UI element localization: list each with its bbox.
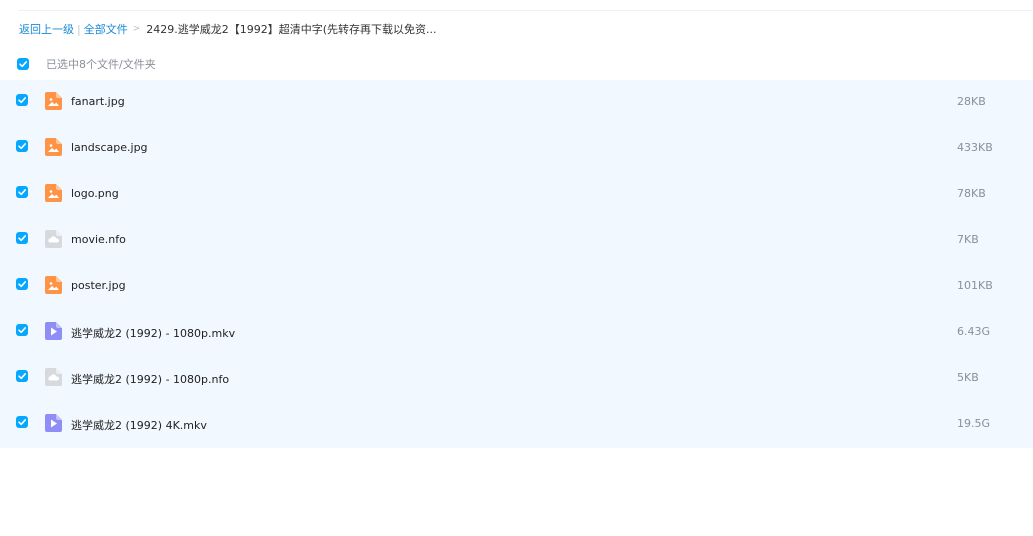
file-name[interactable]: movie.nfo	[71, 233, 126, 246]
file-name[interactable]: fanart.jpg	[71, 95, 125, 108]
file-name[interactable]: logo.png	[71, 187, 119, 200]
checkmark-icon	[18, 235, 26, 242]
file-name[interactable]: 逃学威龙2 (1992) 4K.mkv	[71, 417, 207, 433]
image-file-icon	[45, 184, 62, 202]
file-size: 101KB	[957, 279, 993, 292]
back-link[interactable]: 返回上一级	[19, 21, 74, 37]
file-name[interactable]: 逃学威龙2 (1992) - 1080p.nfo	[71, 371, 229, 387]
checkmark-icon	[18, 97, 26, 104]
file-checkbox[interactable]	[16, 186, 28, 198]
file-size: 19.5G	[957, 417, 991, 430]
image-file-icon	[45, 276, 62, 294]
breadcrumb: 返回上一级 | 全部文件 > 2429.逃学威龙2【1992】超清中字(先转存再…	[19, 21, 437, 37]
file-size: 78KB	[957, 187, 986, 200]
file-size: 433KB	[957, 141, 993, 154]
file-row[interactable]: movie.nfo 7KB	[0, 218, 1033, 264]
checkmark-icon	[19, 61, 27, 68]
checkmark-icon	[18, 373, 26, 380]
checkmark-icon	[18, 327, 26, 334]
file-size: 7KB	[957, 233, 979, 246]
file-row[interactable]: fanart.jpg 28KB	[0, 80, 1033, 126]
image-file-icon	[45, 92, 62, 110]
file-checkbox[interactable]	[16, 416, 28, 428]
file-checkbox[interactable]	[16, 94, 28, 106]
file-row[interactable]: landscape.jpg 433KB	[0, 126, 1033, 172]
file-row[interactable]: 逃学威龙2 (1992) - 1080p.nfo 5KB	[0, 356, 1033, 402]
breadcrumb-separator: |	[77, 22, 81, 36]
image-file-icon	[45, 138, 62, 156]
file-name[interactable]: 逃学威龙2 (1992) - 1080p.mkv	[71, 325, 235, 341]
file-name[interactable]: poster.jpg	[71, 279, 126, 292]
file-row[interactable]: 逃学威龙2 (1992) 4K.mkv 19.5G	[0, 402, 1033, 448]
current-folder-name: 2429.逃学威龙2【1992】超清中字(先转存再下载以免资...	[146, 23, 437, 36]
file-checkbox[interactable]	[16, 278, 28, 290]
video-file-icon	[45, 322, 62, 340]
checkmark-icon	[18, 281, 26, 288]
file-name[interactable]: landscape.jpg	[71, 141, 148, 154]
video-file-icon	[45, 414, 62, 432]
unknown-file-icon	[45, 230, 62, 248]
checkmark-icon	[18, 143, 26, 150]
file-checkbox[interactable]	[16, 370, 28, 382]
file-checkbox[interactable]	[16, 232, 28, 244]
unknown-file-icon	[45, 368, 62, 386]
file-row[interactable]: logo.png 78KB	[0, 172, 1033, 218]
selection-summary: 已选中8个文件/文件夹	[46, 58, 156, 71]
file-checkbox[interactable]	[16, 324, 28, 336]
file-row[interactable]: poster.jpg 101KB	[0, 264, 1033, 310]
select-all-checkbox[interactable]	[17, 58, 29, 70]
all-files-link[interactable]: 全部文件	[84, 21, 128, 37]
file-size: 28KB	[957, 95, 986, 108]
checkmark-icon	[18, 419, 26, 426]
top-divider	[18, 10, 1033, 11]
file-size: 6.43G	[957, 325, 991, 338]
selection-bar: 已选中8个文件/文件夹	[17, 55, 156, 73]
checkmark-icon	[18, 189, 26, 196]
file-checkbox[interactable]	[16, 140, 28, 152]
file-list: fanart.jpg 28KB landscape.jpg 433KB logo.png…	[0, 80, 1033, 448]
file-row[interactable]: 逃学威龙2 (1992) - 1080p.mkv 6.43G	[0, 310, 1033, 356]
file-size: 5KB	[957, 371, 979, 384]
breadcrumb-arrow-icon: >	[132, 24, 141, 34]
